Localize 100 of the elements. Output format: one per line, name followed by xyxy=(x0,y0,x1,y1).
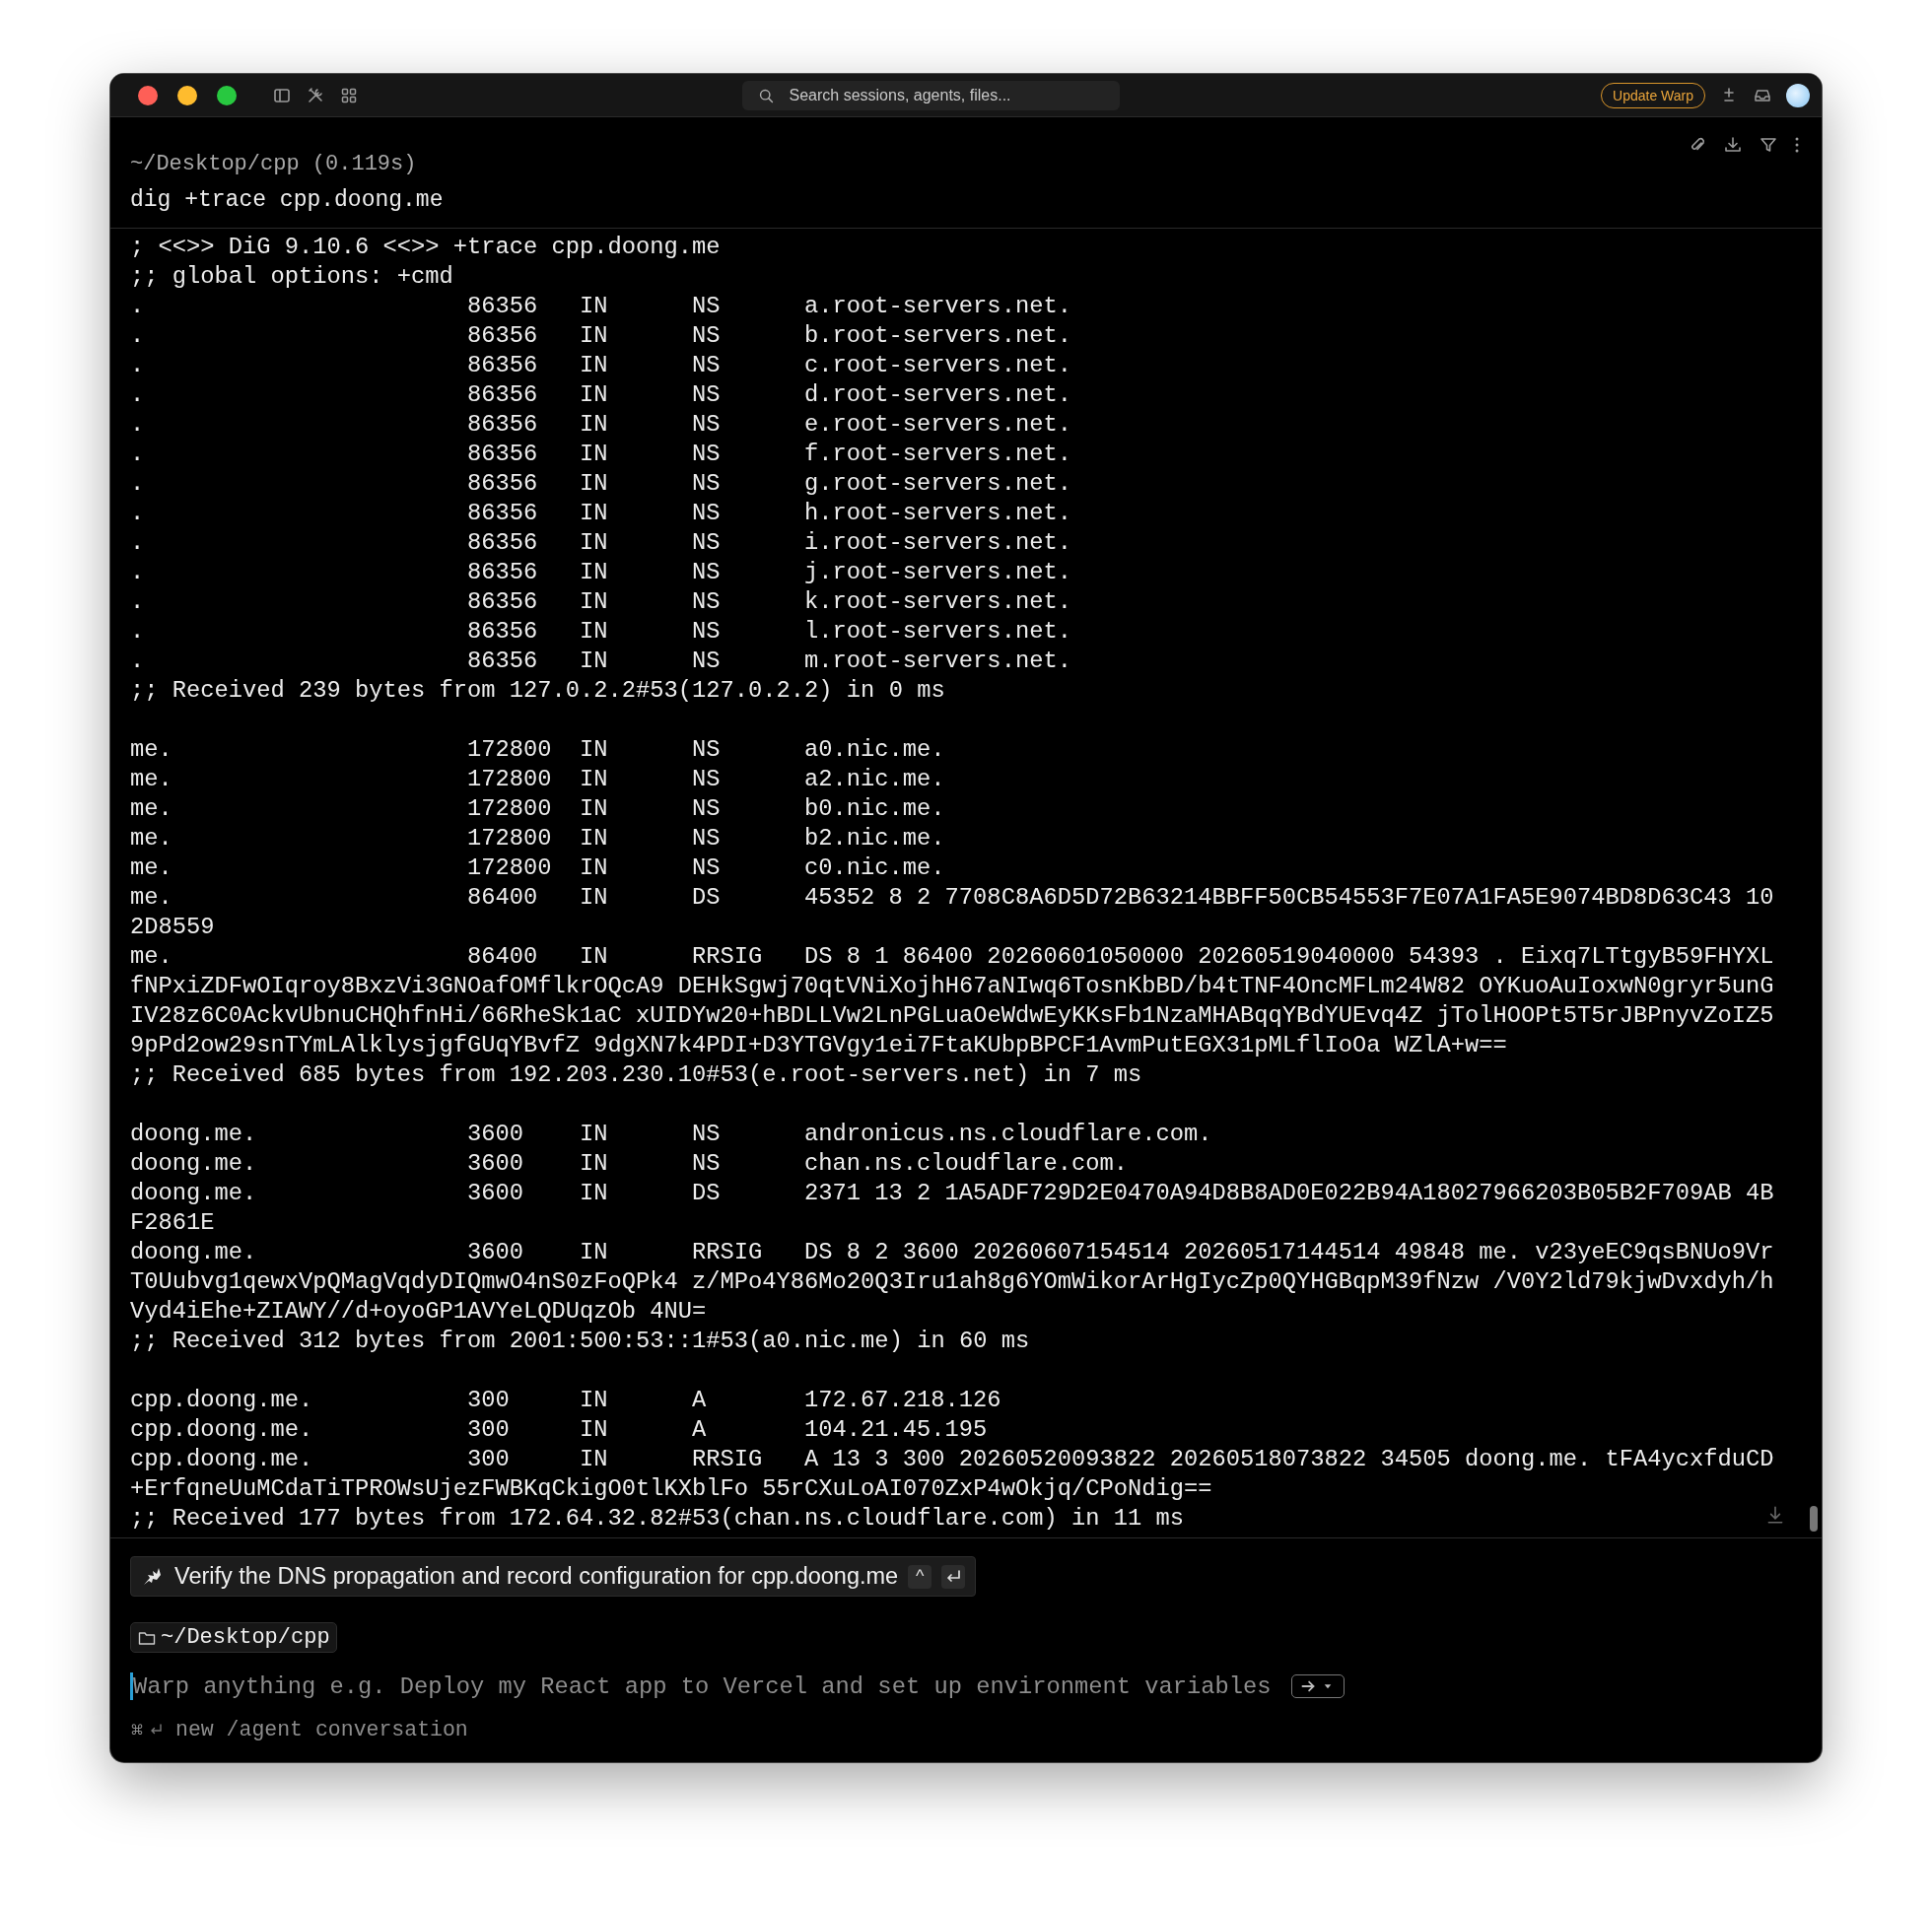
output-line: ; <<>> DiG 9.10.6 <<>> +trace cpp.doong.me xyxy=(130,233,721,262)
record-name: . xyxy=(130,528,146,558)
record-ttl: 86400 xyxy=(467,942,539,972)
record-ttl: 3600 xyxy=(467,1179,525,1208)
record-class: IN xyxy=(580,440,609,469)
record-type: NS xyxy=(692,647,722,676)
output-line: ;; global options: +cmd xyxy=(130,262,453,292)
record-name: doong.me. xyxy=(130,1120,258,1149)
record-ttl: 86356 xyxy=(467,647,539,676)
record-type: A xyxy=(692,1415,708,1445)
record-data: c.root-servers.net. xyxy=(804,352,1071,378)
hint-text: new /agent conversation xyxy=(175,1718,468,1741)
suggestion-chip[interactable]: Verify the DNS propagation and record configuration for cpp.doong.me ^ xyxy=(130,1556,977,1597)
record-class: IN xyxy=(580,883,609,913)
record-type: NS xyxy=(692,469,722,499)
record-type: NS xyxy=(692,528,722,558)
record-name: cpp.doong.me. xyxy=(130,1445,314,1474)
record-ttl: 86400 xyxy=(467,883,539,913)
tools-icon[interactable] xyxy=(306,85,325,105)
record-data: c0.nic.me. xyxy=(804,854,945,881)
record-type: NS xyxy=(692,410,722,440)
record-ttl: 86356 xyxy=(467,469,539,499)
mode-button[interactable] xyxy=(1291,1674,1345,1698)
record-data: k.root-servers.net. xyxy=(804,588,1071,615)
record-name: me. xyxy=(130,735,173,765)
record-class: IN xyxy=(580,647,609,676)
output-line: ;; Received 685 bytes from 192.203.230.10#53(e.root-servers.net) in 7 ms xyxy=(130,1060,1142,1090)
record-class: IN xyxy=(580,1179,609,1208)
record-ttl: 300 xyxy=(467,1386,511,1415)
record-type: NS xyxy=(692,440,722,469)
record-data: 172.67.218.126 xyxy=(804,1387,1001,1413)
record-data: +ErfqneUuMCdaTiTPROWsUjezFWBKqCkigO0tlKXblFo 55rCXuLoAI070ZxP4wOkjq/CPoNdig== xyxy=(130,1474,1212,1504)
record-class: IN xyxy=(580,380,609,410)
record-name: . xyxy=(130,292,146,321)
minimize-button[interactable] xyxy=(177,85,197,105)
record-class: IN xyxy=(580,410,609,440)
record-data: b2.nic.me. xyxy=(804,825,945,852)
close-button[interactable] xyxy=(138,85,158,105)
record-data: A 13 3 300 20260520093822 20260518073822 34505 doong.me. tFA4ycxfduCD xyxy=(804,1446,1774,1472)
record-name: . xyxy=(130,499,146,528)
record-data: f.root-servers.net. xyxy=(804,441,1071,467)
record-type: NS xyxy=(692,499,722,528)
record-ttl: 86356 xyxy=(467,499,539,528)
record-name: . xyxy=(130,558,146,587)
record-class: IN xyxy=(580,321,609,351)
record-data: m.root-servers.net. xyxy=(804,648,1071,674)
maximize-button[interactable] xyxy=(217,85,237,105)
record-data: 45352 8 2 7708C8A6D5D72B63214BBFF50CB54553F7E07A1FA5E9074BD8D63C43 10 xyxy=(804,884,1774,911)
record-ttl: 86356 xyxy=(467,558,539,587)
record-data: a2.nic.me. xyxy=(804,766,945,792)
record-name: . xyxy=(130,380,146,410)
record-class: IN xyxy=(580,794,609,824)
record-data: a0.nic.me. xyxy=(804,736,945,763)
more-icon[interactable] xyxy=(1794,135,1800,155)
record-type: NS xyxy=(692,765,722,794)
record-class: IN xyxy=(580,1445,609,1474)
record-type: NS xyxy=(692,321,722,351)
record-data: b0.nic.me. xyxy=(804,795,945,822)
record-class: IN xyxy=(580,942,609,972)
record-data: e.root-servers.net. xyxy=(804,411,1071,438)
record-data: g.root-servers.net. xyxy=(804,470,1071,497)
scrollbar-thumb[interactable] xyxy=(1810,1506,1818,1532)
record-name: . xyxy=(130,410,146,440)
record-type: NS xyxy=(692,380,722,410)
record-class: IN xyxy=(580,1386,609,1415)
record-ttl: 86356 xyxy=(467,528,539,558)
record-ttl: 172800 xyxy=(467,735,553,765)
download-icon[interactable] xyxy=(1723,135,1743,155)
record-ttl: 3600 xyxy=(467,1149,525,1179)
record-class: IN xyxy=(580,528,609,558)
record-data: IV28z6C0AckvUbnuCHQhfnHi/66RheSk1aC xUIDYw20+hBDLLVw2LnPGLuaOeWdwEyKKsFb1NzaMHABqqYBdYUEvq4Z jTolHOOPt5T5rJBPnyvZoIZ5 xyxy=(130,1001,1774,1031)
record-name: . xyxy=(130,321,146,351)
output-line: ;; Received 239 bytes from 127.0.2.2#53(127.0.2.2) in 0 ms xyxy=(130,676,945,706)
record-type: DS xyxy=(692,883,722,913)
record-name: . xyxy=(130,440,146,469)
record-name: me. xyxy=(130,942,173,972)
command-path: ~/Desktop/cpp (0.119s) xyxy=(130,151,418,178)
text-cursor xyxy=(130,1672,133,1700)
record-type: NS xyxy=(692,351,722,380)
record-data: andronicus.ns.cloudflare.com. xyxy=(804,1121,1212,1147)
record-data: DS 8 1 86400 20260601050000 20260519040000 54393 . Eixq7LTtgyB59FHYXL xyxy=(804,943,1774,970)
record-data: l.root-servers.net. xyxy=(804,618,1071,645)
record-class: IN xyxy=(580,617,609,647)
record-data: 104.21.45.195 xyxy=(804,1416,988,1443)
record-class: IN xyxy=(580,1415,609,1445)
record-class: IN xyxy=(580,824,609,853)
record-class: IN xyxy=(580,1120,609,1149)
directory-chip[interactable]: ~/Desktop/cpp xyxy=(130,1622,337,1653)
record-data: a.root-servers.net. xyxy=(804,293,1071,319)
key-hint: ^ xyxy=(908,1564,932,1589)
avatar[interactable] xyxy=(1786,83,1810,107)
search-field[interactable]: Search sessions, agents, files... xyxy=(741,80,1120,110)
record-data: b.root-servers.net. xyxy=(804,322,1071,349)
record-ttl: 172800 xyxy=(467,765,553,794)
record-ttl: 172800 xyxy=(467,853,553,883)
filter-icon[interactable] xyxy=(1759,135,1778,155)
record-class: IN xyxy=(580,1149,609,1179)
record-name: doong.me. xyxy=(130,1238,258,1267)
record-ttl: 86356 xyxy=(467,617,539,647)
prompt-input[interactable]: Warp anything e.g. Deploy my React app to Vercel and set up environment variables xyxy=(133,1672,1291,1700)
